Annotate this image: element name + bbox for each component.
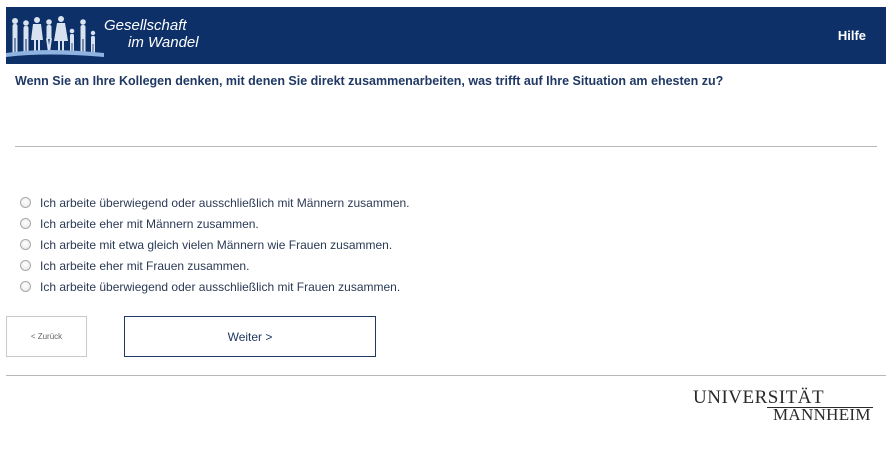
- universitaet-mannheim-logo: UNIVERSITÄT MANNHEIM: [693, 387, 873, 427]
- answer-option-4[interactable]: Ich arbeite eher mit Frauen zusammen.: [20, 255, 410, 276]
- help-link[interactable]: Hilfe: [838, 28, 866, 43]
- answer-option-label[interactable]: Ich arbeite überwiegend oder ausschließl…: [40, 280, 400, 294]
- header-bar: Gesellschaft im Wandel Hilfe: [6, 7, 886, 64]
- university-name-line-2: MANNHEIM: [773, 405, 871, 424]
- answer-option-1[interactable]: Ich arbeite überwiegend oder ausschließl…: [20, 192, 410, 213]
- people-silhouettes-icon: [6, 16, 104, 57]
- logo-line-2: im Wandel: [128, 34, 199, 51]
- question-text: Wenn Sie an Ihre Kollegen denken, mit de…: [15, 74, 724, 88]
- radio-button[interactable]: [20, 218, 31, 229]
- divider: [6, 375, 886, 376]
- answer-option-label[interactable]: Ich arbeite mit etwa gleich vielen Männe…: [40, 238, 392, 252]
- gesellschaft-im-wandel-logo: Gesellschaft im Wandel: [6, 7, 236, 64]
- answer-options: Ich arbeite überwiegend oder ausschließl…: [20, 192, 410, 297]
- radio-button[interactable]: [20, 260, 31, 271]
- radio-button[interactable]: [20, 239, 31, 250]
- answer-option-label[interactable]: Ich arbeite überwiegend oder ausschließl…: [40, 196, 410, 210]
- radio-button[interactable]: [20, 197, 31, 208]
- radio-button[interactable]: [20, 281, 31, 292]
- next-button[interactable]: Weiter >: [124, 316, 376, 357]
- answer-option-5[interactable]: Ich arbeite überwiegend oder ausschließl…: [20, 276, 410, 297]
- back-button[interactable]: < Zurück: [6, 316, 87, 357]
- logo-text: Gesellschaft im Wandel: [104, 17, 199, 51]
- answer-option-3[interactable]: Ich arbeite mit etwa gleich vielen Männe…: [20, 234, 410, 255]
- answer-option-2[interactable]: Ich arbeite eher mit Männern zusammen.: [20, 213, 410, 234]
- logo-line-1: Gesellschaft: [104, 17, 187, 34]
- answer-option-label[interactable]: Ich arbeite eher mit Frauen zusammen.: [40, 259, 249, 273]
- answer-option-label[interactable]: Ich arbeite eher mit Männern zusammen.: [40, 217, 259, 231]
- divider: [15, 146, 877, 147]
